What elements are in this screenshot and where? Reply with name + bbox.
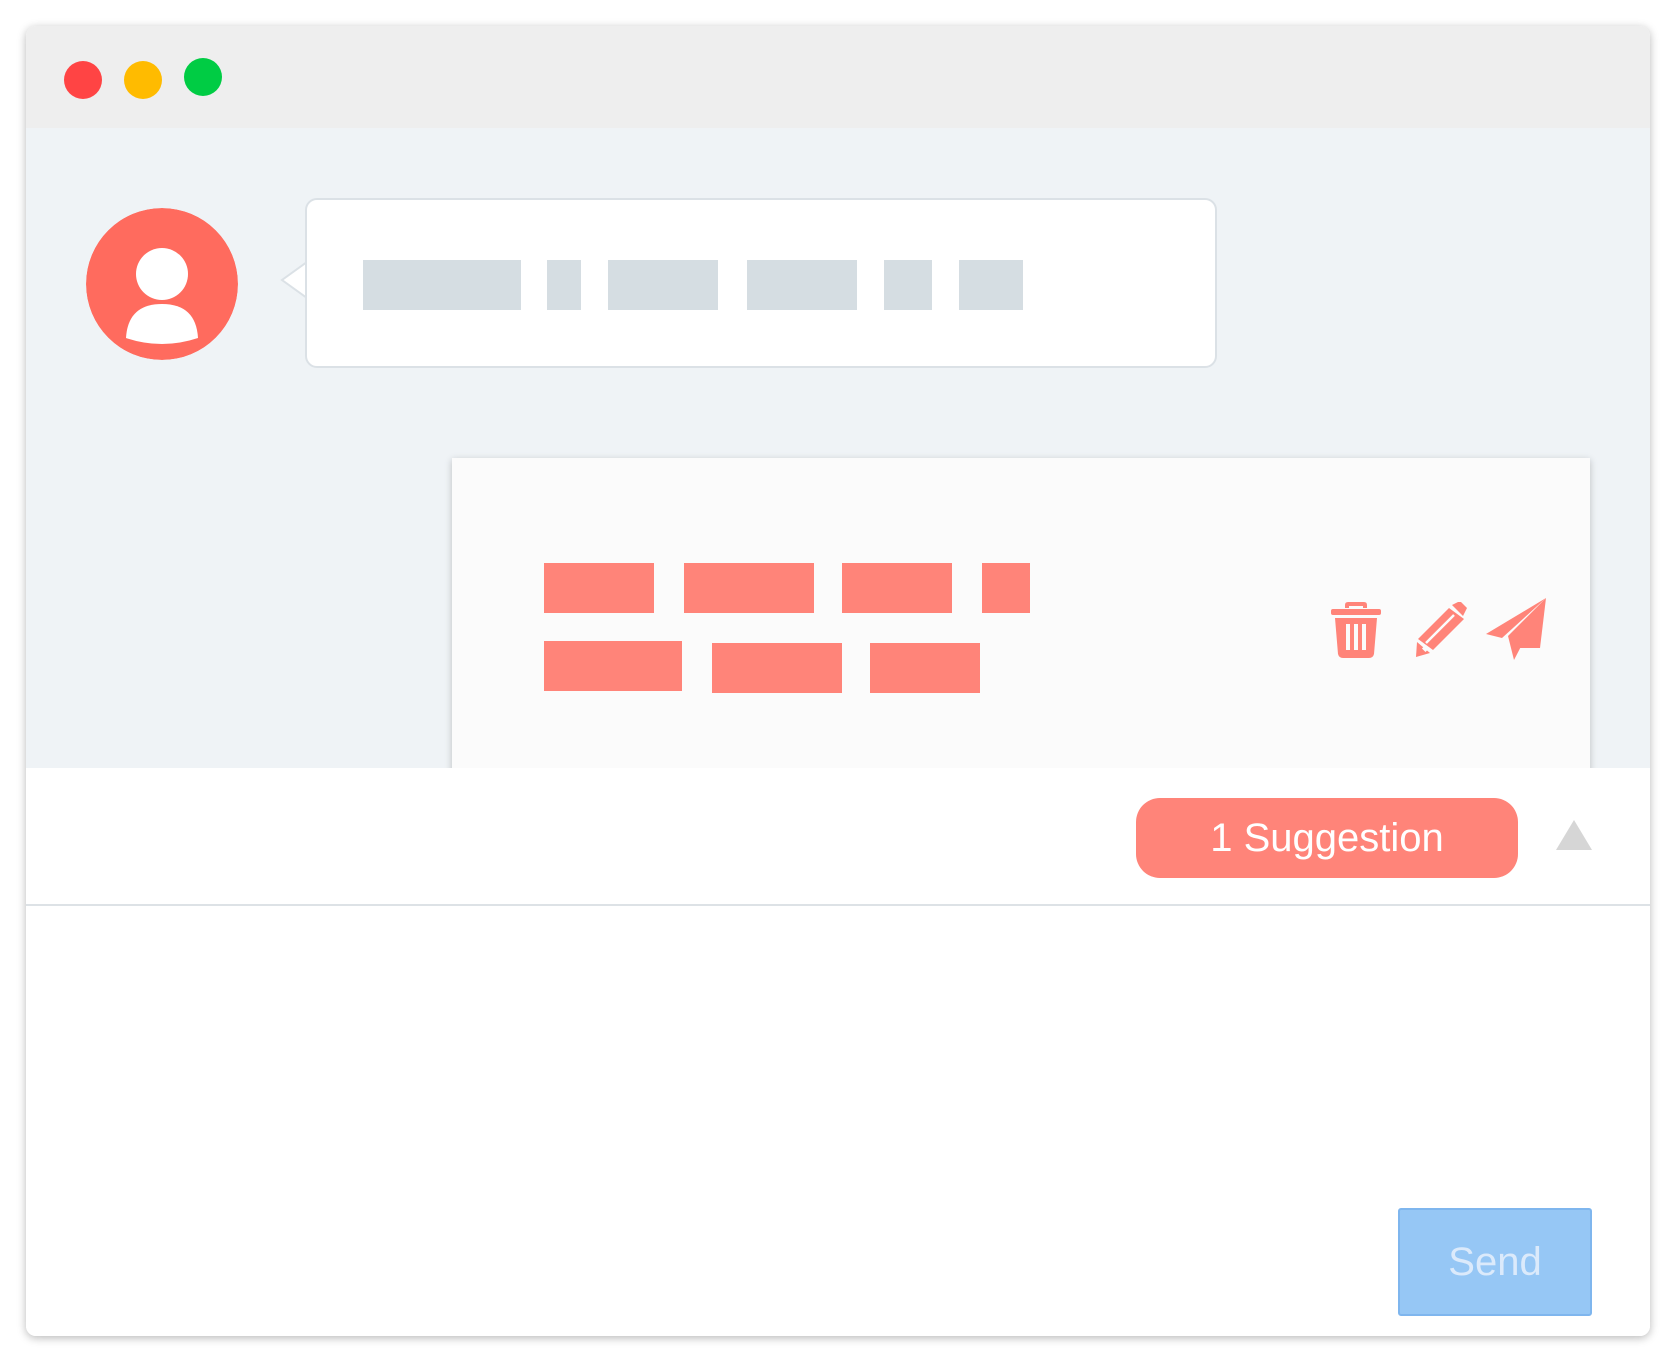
incoming-message-bubble <box>305 198 1217 368</box>
suggestion-text-placeholder <box>842 563 952 613</box>
message-composer[interactable]: Send <box>26 906 1650 1336</box>
triangle-up-icon[interactable] <box>1556 820 1592 850</box>
app-window: 1 Suggestion Send <box>26 26 1650 1336</box>
user-avatar-icon <box>86 208 238 360</box>
conversation-area <box>26 128 1650 794</box>
suggested-reply-card <box>452 458 1590 794</box>
trash-icon[interactable] <box>1330 602 1382 658</box>
minimize-window-button[interactable] <box>124 61 162 99</box>
message-text-placeholder <box>884 260 932 310</box>
suggestion-count-button[interactable]: 1 Suggestion <box>1136 798 1518 878</box>
zoom-window-button[interactable] <box>184 58 222 96</box>
message-text-placeholder <box>747 260 857 310</box>
suggestion-text-placeholder <box>870 643 980 693</box>
suggestion-text-placeholder <box>684 563 814 613</box>
suggestion-bar: 1 Suggestion <box>26 768 1650 906</box>
send-button[interactable]: Send <box>1398 1208 1592 1316</box>
suggestion-text-placeholder <box>712 643 842 693</box>
suggestion-text-placeholder <box>982 563 1030 613</box>
pencil-icon[interactable] <box>1414 602 1470 658</box>
message-text-placeholder <box>547 260 581 310</box>
paper-plane-icon[interactable] <box>1484 598 1548 662</box>
close-window-button[interactable] <box>64 61 102 99</box>
message-text-placeholder <box>608 260 718 310</box>
suggestion-text-placeholder <box>544 563 654 613</box>
message-text-placeholder <box>959 260 1023 310</box>
title-bar <box>26 26 1650 128</box>
suggestion-text-placeholder <box>544 641 682 691</box>
message-text-placeholder <box>363 260 521 310</box>
